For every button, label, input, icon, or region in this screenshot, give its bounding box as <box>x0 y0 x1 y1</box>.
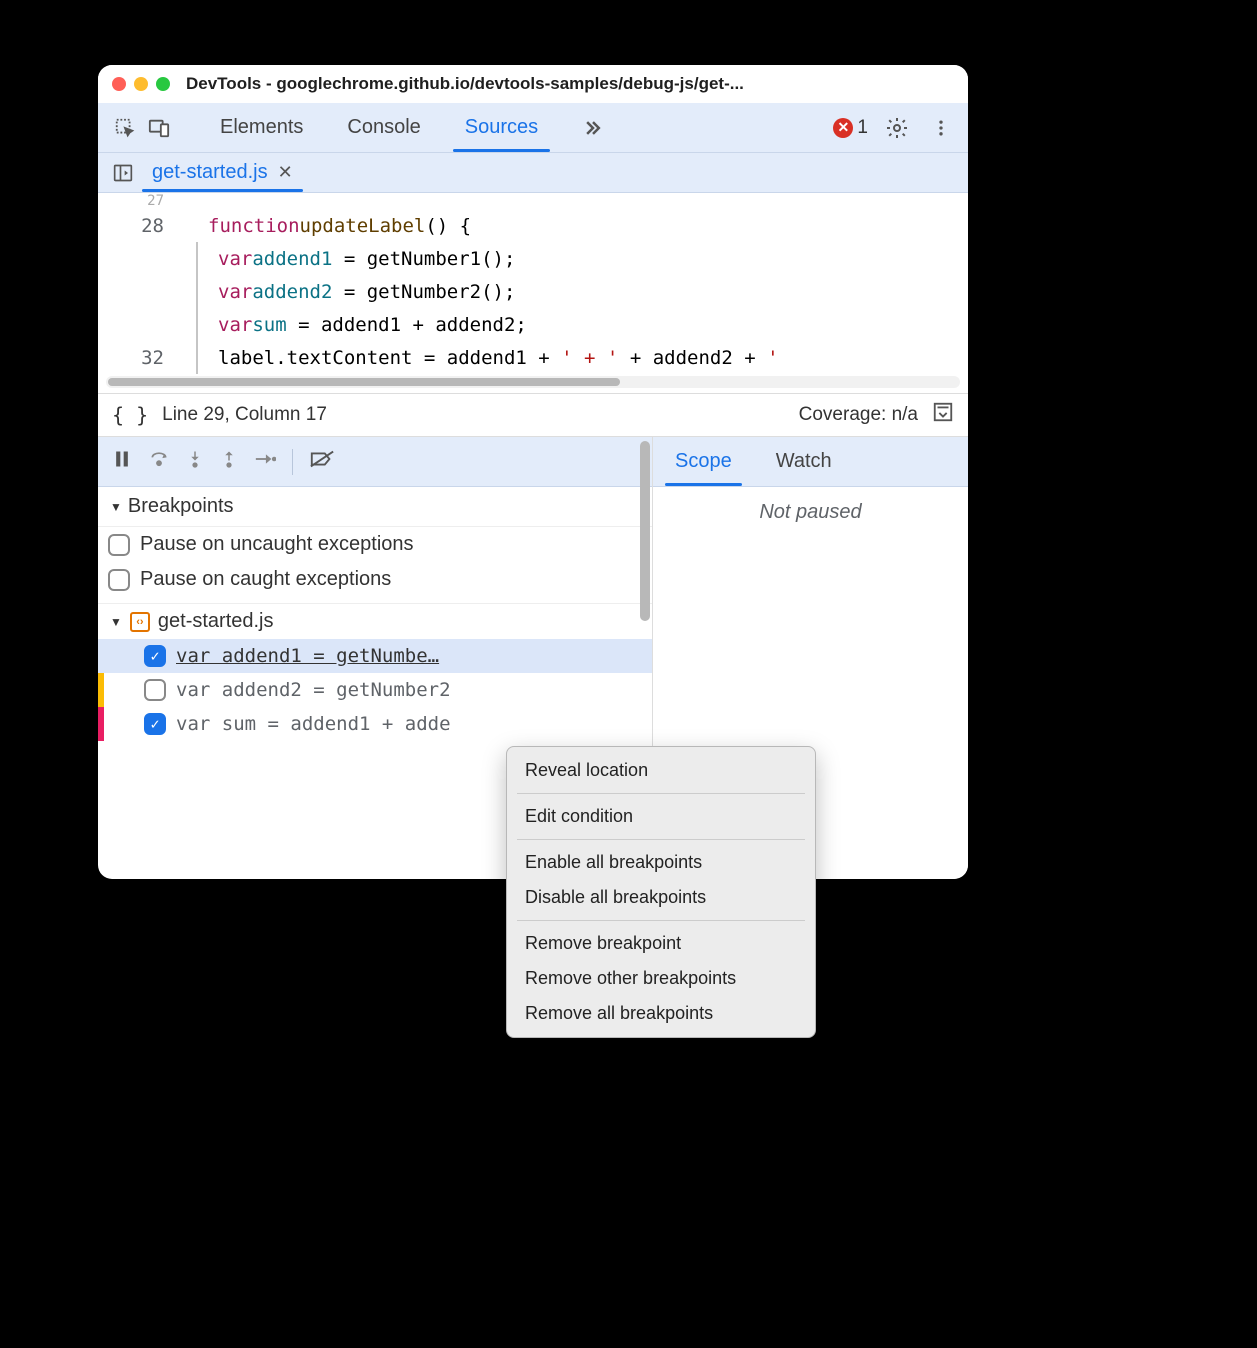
settings-icon[interactable] <box>882 113 912 143</box>
checkbox[interactable] <box>144 713 166 735</box>
deactivate-breakpoints-icon[interactable] <box>309 449 335 474</box>
pause-uncaught-label: Pause on uncaught exceptions <box>140 533 414 556</box>
line-number: 29 <box>149 248 172 270</box>
breakpoint-color-bar <box>98 707 104 741</box>
device-toggle-icon[interactable] <box>144 113 174 143</box>
js-file-icon: ‹› <box>130 612 150 632</box>
window-title: DevTools - googlechrome.github.io/devtoo… <box>186 74 744 94</box>
cursor-position: Line 29, Column 17 <box>162 404 327 426</box>
breakpoint-file-header[interactable]: ▼ ‹› get-started.js <box>98 603 652 639</box>
pause-icon[interactable] <box>112 449 132 474</box>
collapse-triangle-icon: ▼ <box>110 500 122 514</box>
vertical-scrollbar[interactable] <box>640 441 650 621</box>
file-tab-bar: get-started.js ✕ <box>98 153 968 193</box>
pause-caught-row[interactable]: Pause on caught exceptions <box>98 562 652 597</box>
code-line: var addend1 = getNumber1(); <box>196 242 515 275</box>
tab-watch[interactable]: Watch <box>754 437 854 486</box>
code-editor[interactable]: 27 28 function updateLabel() { 29 var ad… <box>98 193 968 393</box>
breakpoint-item[interactable]: var addend1 = getNumbe… <box>98 639 652 673</box>
collapse-icon[interactable] <box>932 401 954 429</box>
checkbox[interactable] <box>144 645 166 667</box>
line-number[interactable]: 32 <box>141 347 178 369</box>
menu-enable-all[interactable]: Enable all breakpoints <box>507 845 815 880</box>
context-menu: Reveal location Edit condition Enable al… <box>506 746 816 1038</box>
breakpoint-color-bar <box>98 673 104 707</box>
step-into-icon[interactable] <box>186 449 204 474</box>
code-line: var addend2 = getNumber2(); <box>196 275 515 308</box>
pause-caught-label: Pause on caught exceptions <box>140 568 391 591</box>
code-line: function updateLabel() { <box>178 209 471 242</box>
main-tabs: Elements Console Sources <box>198 103 626 152</box>
step-icon[interactable] <box>254 451 276 472</box>
breakpoint-item[interactable]: var sum = addend1 + adde <box>98 707 652 741</box>
tab-elements[interactable]: Elements <box>198 103 325 152</box>
pause-uncaught-row[interactable]: Pause on uncaught exceptions <box>98 527 652 562</box>
not-paused-label: Not paused <box>653 487 968 538</box>
menu-separator <box>517 920 805 921</box>
error-icon: ✕ <box>833 118 853 138</box>
scope-tabs: Scope Watch <box>653 437 968 487</box>
breakpoint-code: var sum = addend1 + adde <box>176 713 640 735</box>
breakpoint-item[interactable]: var addend2 = getNumber2 <box>98 673 652 707</box>
checkbox[interactable] <box>108 569 130 591</box>
breakpoint-code: var addend1 = getNumbe… <box>176 645 640 667</box>
code-line: label.textContent = addend1 + ' + ' + ad… <box>196 341 779 374</box>
tabs-overflow-icon[interactable] <box>560 103 626 152</box>
file-tab-get-started[interactable]: get-started.js ✕ <box>138 153 307 192</box>
line-number: 30 <box>149 281 172 303</box>
divider <box>292 449 293 475</box>
checkbox[interactable] <box>144 679 166 701</box>
error-count-value: 1 <box>857 117 868 139</box>
code-line: var sum = addend1 + addend2; <box>196 308 527 341</box>
tab-console[interactable]: Console <box>325 103 442 152</box>
step-over-icon[interactable] <box>148 449 170 474</box>
main-toolbar: Elements Console Sources ✕ 1 <box>98 103 968 153</box>
coverage-label: Coverage: n/a <box>799 404 918 426</box>
menu-remove-all[interactable]: Remove all breakpoints <box>507 996 815 1031</box>
menu-disable-all[interactable]: Disable all breakpoints <box>507 880 815 915</box>
horizontal-scrollbar[interactable] <box>106 376 960 388</box>
line-number: 27 <box>147 193 178 209</box>
debugger-toolbar <box>98 437 652 487</box>
menu-edit-condition[interactable]: Edit condition <box>507 799 815 834</box>
breakpoint-code: var addend2 = getNumber2 <box>176 679 640 701</box>
titlebar: DevTools - googlechrome.github.io/devtoo… <box>98 65 968 103</box>
navigator-toggle-icon[interactable] <box>108 163 138 183</box>
breakpoints-label: Breakpoints <box>128 495 234 518</box>
inspect-icon[interactable] <box>110 113 140 143</box>
menu-separator <box>517 793 805 794</box>
pretty-print-icon[interactable]: { } <box>112 403 148 427</box>
line-number: 31 <box>149 314 172 336</box>
error-count[interactable]: ✕ 1 <box>833 117 868 139</box>
collapse-triangle-icon: ▼ <box>110 615 122 629</box>
breakpoints-header[interactable]: ▼ Breakpoints <box>98 487 652 527</box>
editor-status-bar: { } Line 29, Column 17 Coverage: n/a <box>98 393 968 437</box>
tab-scope[interactable]: Scope <box>653 437 754 486</box>
more-icon[interactable] <box>926 113 956 143</box>
line-number[interactable]: 28 <box>141 215 178 237</box>
step-out-icon[interactable] <box>220 449 238 474</box>
menu-remove-other[interactable]: Remove other breakpoints <box>507 961 815 996</box>
window-controls <box>112 77 170 91</box>
maximize-window-button[interactable] <box>156 77 170 91</box>
minimize-window-button[interactable] <box>134 77 148 91</box>
close-icon[interactable]: ✕ <box>278 162 293 183</box>
close-window-button[interactable] <box>112 77 126 91</box>
file-tab-label: get-started.js <box>152 161 268 184</box>
tab-sources[interactable]: Sources <box>443 103 560 152</box>
menu-separator <box>517 839 805 840</box>
breakpoint-file-label: get-started.js <box>158 610 274 633</box>
menu-remove-breakpoint[interactable]: Remove breakpoint <box>507 926 815 961</box>
checkbox[interactable] <box>108 534 130 556</box>
menu-reveal-location[interactable]: Reveal location <box>507 753 815 788</box>
